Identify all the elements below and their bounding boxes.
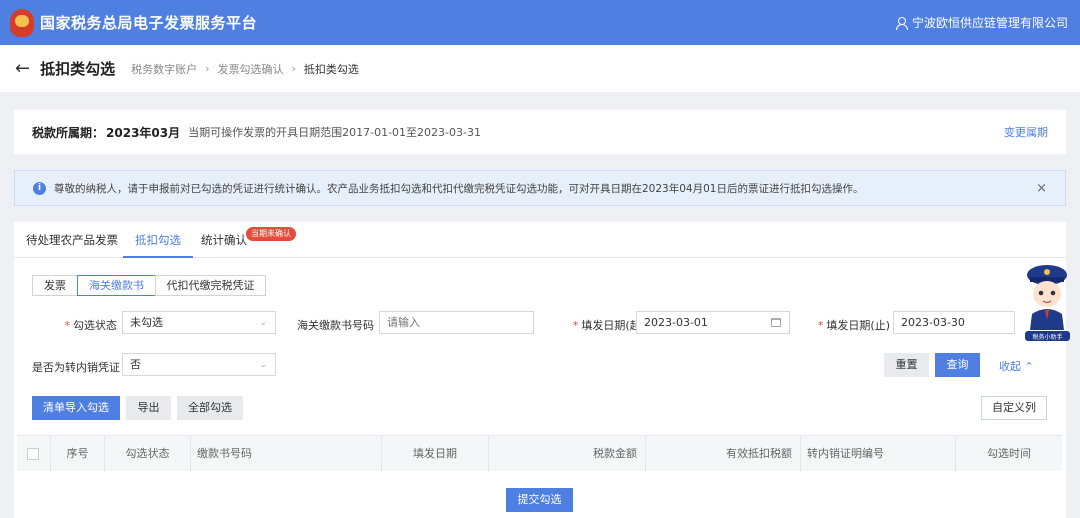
page-title: 抵扣类勾选 — [40, 60, 116, 78]
breadcrumb-item-invoice-confirm[interactable]: 发票勾选确认 — [218, 61, 284, 77]
app-title: 国家税务总局电子发票服务平台 — [40, 14, 258, 32]
select-all-button[interactable]: 全部勾选 — [177, 396, 243, 420]
user-icon — [895, 16, 908, 30]
issue-date-start-picker[interactable]: 2023-03-01 — [636, 311, 790, 334]
tax-period-card: 税款所属期： 2023年03月 当期可操作发票的开具日期范围2017-01-01… — [14, 110, 1066, 154]
segment-customs-payment[interactable]: 海关缴款书 — [77, 275, 156, 296]
column-header: 转内销证明编号 — [801, 436, 956, 472]
submit-selection-button[interactable]: 提交勾选 — [506, 488, 573, 512]
column-header: 缴款书号码 — [191, 436, 382, 472]
info-icon: i — [33, 181, 46, 195]
tab-bar: 待处理农产品发票 抵扣勾选 统计确认 当期未确认 — [14, 222, 1066, 258]
main-panel: 待处理农产品发票 抵扣勾选 统计确认 当期未确认 发票 海关缴款书 代扣代缴完税… — [14, 222, 1066, 518]
column-header: 序号 — [51, 436, 105, 472]
issue-date-start-label: * 填发日期(起) — [572, 319, 645, 332]
breadcrumb-separator-icon: › — [291, 62, 296, 75]
close-icon[interactable]: × — [1036, 181, 1047, 196]
column-header: 有效抵扣税额 — [646, 436, 801, 472]
issue-date-end-label: * 填发日期(止) — [817, 319, 890, 332]
header-checkbox-cell — [17, 436, 51, 472]
tab-statistics-confirm[interactable]: 统计确认 — [201, 222, 247, 258]
tax-period-value: 2023年03月 — [106, 125, 181, 140]
select-status-dropdown[interactable]: 未勾选 ⌄ — [122, 311, 276, 334]
tab-deduction-select[interactable]: 抵扣勾选 — [123, 222, 193, 258]
segment-invoice[interactable]: 发票 — [32, 275, 78, 296]
column-header: 勾选状态 — [105, 436, 191, 472]
org-name: 宁波欧恒供应链管理有限公司 — [911, 16, 1068, 30]
export-button[interactable]: 导出 — [126, 396, 171, 420]
import-select-button[interactable]: 清单导入勾选 — [32, 396, 120, 420]
breadcrumb-item-tax-account[interactable]: 税务数字账户 — [131, 61, 197, 77]
select-all-checkbox[interactable] — [27, 448, 39, 460]
user-account[interactable]: 宁波欧恒供应链管理有限公司 — [895, 14, 1068, 31]
table-header: 序号 勾选状态 缴款书号码 填发日期 税款金额 有效抵扣税额 转内销证明编号 勾… — [17, 435, 1062, 472]
date-range-text: 当期可操作发票的开具日期范围2017-01-01至2023-03-31 — [188, 126, 481, 139]
column-header: 勾选时间 — [987, 447, 1031, 460]
custom-columns-button[interactable]: 自定义列 — [981, 396, 1047, 420]
notice-text: 尊敬的纳税人，请于申报前对已勾选的凭证进行统计确认。农产品业务抵扣勾选和代扣代缴… — [54, 182, 864, 195]
notice-banner: i 尊敬的纳税人，请于申报前对已勾选的凭证进行统计确认。农产品业务抵扣勾选和代扣… — [14, 170, 1066, 206]
page-titlebar: ← 抵扣类勾选 税务数字账户 › 发票勾选确认 › 抵扣类勾选 — [0, 45, 1080, 92]
top-header: 国家税务总局电子发票服务平台 宁波欧恒供应链管理有限公司 — [0, 0, 1080, 45]
change-period-link[interactable]: 变更属期 — [1004, 124, 1048, 140]
payment-number-input[interactable] — [379, 311, 534, 334]
domestic-transfer-label: 是否为转内销凭证 — [32, 361, 120, 374]
breadcrumb: 税务数字账户 › 发票勾选确认 › 抵扣类勾选 — [131, 61, 359, 77]
reset-button[interactable]: 重置 — [884, 353, 929, 377]
domestic-transfer-dropdown[interactable]: 否 ⌄ — [122, 353, 276, 376]
status-badge: 当期未确认 — [246, 227, 296, 241]
search-button[interactable]: 查询 — [935, 353, 980, 377]
tax-period-label: 税款所属期： — [32, 125, 105, 140]
payment-number-label: 海关缴款书号码 — [297, 319, 374, 332]
segment-withholding-certificate[interactable]: 代扣代缴完税凭证 — [155, 275, 266, 296]
collapse-toggle[interactable]: 收起 ⌃ — [999, 358, 1034, 374]
tax-emblem-icon — [10, 8, 34, 37]
select-status-label: * 勾选状态 — [64, 319, 118, 332]
chevron-up-icon: ⌃ — [1024, 360, 1034, 373]
column-header: 填发日期 — [382, 436, 489, 472]
column-header: 税款金额 — [489, 436, 646, 472]
back-arrow-icon[interactable]: ← — [15, 58, 30, 79]
issue-date-end-picker[interactable]: 2023-03-30 — [893, 311, 1015, 334]
mascot-caption: 税务小助手 — [1032, 333, 1062, 341]
chevron-down-icon: ⌄ — [259, 318, 267, 328]
calendar-icon — [771, 318, 781, 327]
breadcrumb-separator-icon: › — [205, 62, 210, 75]
tab-pending-agri-invoices[interactable]: 待处理农产品发票 — [26, 222, 118, 258]
chevron-down-icon: ⌄ — [259, 360, 267, 370]
breadcrumb-item-current: 抵扣类勾选 — [303, 62, 359, 76]
mascot-illustration[interactable]: 税务小助手 — [1020, 258, 1075, 343]
